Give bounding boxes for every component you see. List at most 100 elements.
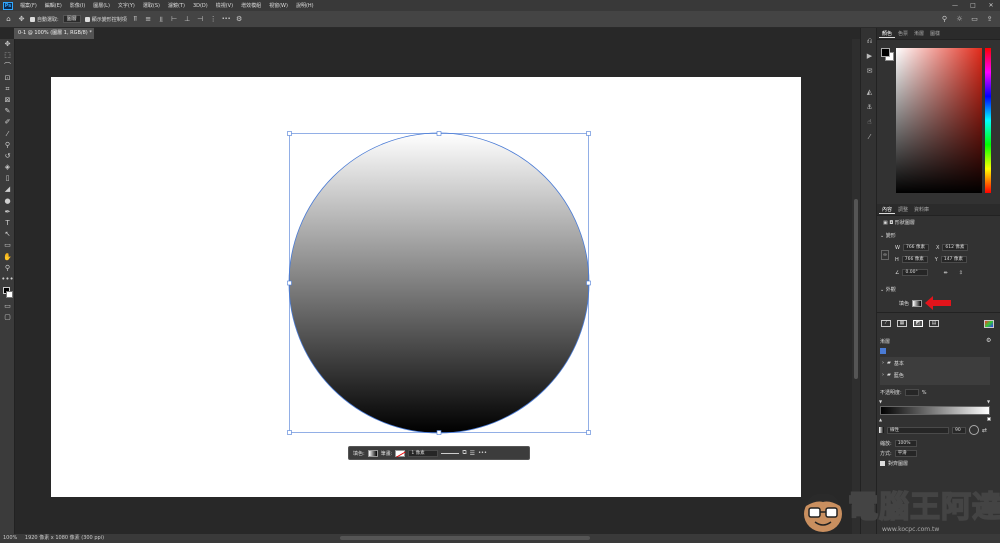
opacity-stop-right[interactable]: ▼: [987, 399, 990, 404]
transform-section-header[interactable]: ⌄ 變形: [880, 232, 896, 239]
foreground-background-color-icon[interactable]: [0, 285, 15, 301]
pen-tool-icon[interactable]: ✒: [0, 207, 15, 218]
stroke-width-field[interactable]: 1 像素: [408, 449, 439, 457]
screen-mode-icon[interactable]: ▢: [0, 312, 15, 323]
selected-gradient-swatch[interactable]: [880, 348, 886, 354]
eraser-tool-icon[interactable]: ◈: [0, 162, 15, 173]
grid-icon[interactable]: ▤: [929, 320, 939, 327]
stroke-swatch[interactable]: [395, 449, 406, 457]
hue-slider[interactable]: [985, 48, 991, 193]
gradient-tool-icon[interactable]: ▯: [0, 173, 15, 184]
menu-type[interactable]: 文字(Y): [114, 2, 139, 9]
layer-options-icon[interactable]: ☰: [470, 450, 475, 457]
document-tab[interactable]: 0-1 @ 100% (圖層 1, RGB/8) * ×: [14, 28, 94, 39]
height-field[interactable]: 766 像素: [901, 256, 928, 263]
align-top-icon[interactable]: ⫪: [131, 15, 140, 24]
more-options-button[interactable]: •••: [222, 14, 231, 24]
width-field[interactable]: 766 像素: [902, 244, 929, 251]
link-icon[interactable]: ∞: [881, 250, 889, 260]
method-dropdown[interactable]: 平滑: [894, 450, 917, 457]
zoom-level[interactable]: 100%: [3, 535, 17, 541]
menu-edit[interactable]: 編輯(E): [41, 2, 66, 9]
menu-image[interactable]: 影像(I): [66, 2, 89, 9]
actions-panel-icon[interactable]: ▶: [861, 49, 878, 64]
marquee-tool-icon[interactable]: ⬚: [0, 50, 15, 61]
zoom-tool-icon[interactable]: ⚲: [0, 263, 15, 274]
workspace-icon[interactable]: ▭: [970, 15, 979, 24]
preset-folder-basic[interactable]: › ▰ 基本: [880, 357, 990, 370]
opacity-stop-left[interactable]: ▼: [879, 399, 882, 404]
minimize-button[interactable]: —: [946, 2, 964, 9]
align-middle-icon[interactable]: ≡: [144, 15, 153, 24]
align-checkbox-icon[interactable]: [880, 461, 885, 466]
flip-horizontal-icon[interactable]: ⇹: [943, 270, 947, 276]
fg-bg-swatch[interactable]: [881, 48, 895, 62]
align-with-layer-row[interactable]: 對齊圖層: [880, 460, 908, 467]
stamp-tool-icon[interactable]: ⚲: [0, 140, 15, 151]
solid-fill-icon[interactable]: ⁄: [881, 320, 891, 327]
pattern-icon[interactable]: ▦: [897, 320, 907, 327]
hand-tool-icon[interactable]: ✋: [0, 252, 15, 263]
quick-mask-icon[interactable]: ▭: [0, 301, 15, 312]
dodge-tool-icon[interactable]: ●: [0, 196, 15, 207]
tab-libraries[interactable]: 資料庫: [911, 206, 932, 213]
edit-toolbar-icon[interactable]: •••: [0, 274, 15, 285]
menu-view[interactable]: 檢視(V): [212, 2, 237, 9]
settings-gear-icon[interactable]: ⚙: [235, 15, 244, 24]
gradient-angle-field[interactable]: 90: [952, 426, 966, 434]
menu-layer[interactable]: 圖層(L): [89, 2, 114, 9]
blur-tool-icon[interactable]: ◢: [0, 184, 15, 195]
show-transform-checkbox[interactable]: 顯示變形控制項: [84, 14, 127, 24]
eyedropper-tool-icon[interactable]: ✎: [0, 106, 15, 117]
frame-tool-icon[interactable]: ⊠: [0, 95, 15, 106]
gradient-fill-icon[interactable]: ◩: [913, 320, 923, 327]
stroke-options-icon[interactable]: ⧉: [462, 449, 466, 457]
flip-vertical-icon[interactable]: ⇳: [959, 270, 963, 276]
maximize-button[interactable]: □: [964, 2, 982, 9]
fill-gradient-swatch[interactable]: [912, 300, 923, 307]
brush-settings-icon[interactable]: ◭: [861, 85, 878, 100]
stroke-style-dropdown[interactable]: [441, 452, 460, 454]
menu-help[interactable]: 說明(H): [292, 2, 318, 9]
brush-panel-icon[interactable]: ⁄: [861, 130, 878, 145]
document-canvas[interactable]: [51, 77, 801, 497]
scroll-thumb[interactable]: [854, 199, 858, 379]
tab-patterns[interactable]: 圖樣: [927, 30, 943, 37]
color-field[interactable]: [896, 48, 982, 193]
angle-field[interactable]: 0.00°: [902, 269, 929, 276]
lasso-tool-icon[interactable]: ⌒: [0, 61, 15, 72]
share-icon[interactable]: ⇪: [985, 15, 994, 24]
tab-properties[interactable]: 內容: [879, 206, 896, 214]
healing-brush-tool-icon[interactable]: ✐: [0, 117, 15, 128]
path-select-tool-icon[interactable]: ↖: [0, 229, 15, 240]
tab-color[interactable]: 顏色: [879, 30, 896, 38]
crop-tool-icon[interactable]: ⌗: [0, 84, 15, 95]
search-icon[interactable]: ⚲: [940, 15, 949, 24]
tab-adjustments[interactable]: 調整: [895, 206, 911, 213]
align-bottom-icon[interactable]: ⫫: [157, 15, 166, 24]
align-center-icon[interactable]: ⊥: [183, 15, 192, 24]
history-panel-icon[interactable]: ⎌: [861, 34, 878, 49]
home-icon[interactable]: ⌂: [4, 15, 13, 24]
scale-field[interactable]: 100%: [894, 440, 917, 447]
color-stop-right[interactable]: [987, 417, 991, 421]
angle-dial-icon[interactable]: [969, 425, 979, 435]
color-stop-left[interactable]: ▲: [879, 417, 882, 422]
touch-icon[interactable]: ☝: [861, 115, 878, 130]
menu-select[interactable]: 選取(S): [139, 2, 164, 9]
align-right-icon[interactable]: ⊣: [196, 15, 205, 24]
menu-window[interactable]: 視窗(W): [265, 2, 292, 9]
history-brush-tool-icon[interactable]: ↺: [0, 151, 15, 162]
more-button[interactable]: •••: [478, 450, 487, 456]
comments-panel-icon[interactable]: ✉: [861, 64, 878, 79]
distribute-icon[interactable]: ⋮: [209, 15, 218, 24]
align-left-icon[interactable]: ⊢: [170, 15, 179, 24]
brush-tool-icon[interactable]: ⁄: [0, 129, 15, 140]
preset-folder-blue[interactable]: › ▰ 藍色: [880, 370, 990, 381]
x-field[interactable]: 612 像素: [942, 244, 969, 251]
object-select-tool-icon[interactable]: ⊡: [0, 73, 15, 84]
color-picker-icon[interactable]: [984, 319, 994, 328]
gradient-style-dropdown[interactable]: 線性: [887, 426, 949, 434]
tab-swatches[interactable]: 色票: [895, 30, 911, 37]
gradient-settings-gear-icon[interactable]: ⚙: [986, 337, 991, 344]
